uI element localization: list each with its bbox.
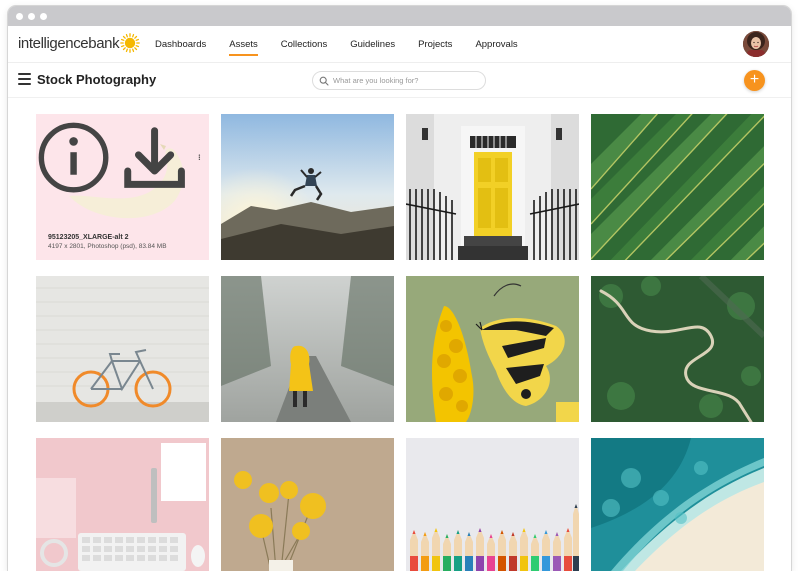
- sun-logo-icon: [120, 33, 141, 53]
- more-icon[interactable]: [198, 154, 201, 161]
- download-icon[interactable]: [117, 120, 192, 195]
- tile-actions: [36, 120, 201, 195]
- search-bar[interactable]: [312, 71, 486, 90]
- add-asset-button[interactable]: +: [744, 70, 765, 91]
- desk-keyboard-image: [36, 438, 209, 571]
- logo-text: intelligencebank: [18, 34, 120, 52]
- avatar-image: [743, 31, 769, 57]
- asset-tile-jumping-man[interactable]: [221, 114, 394, 260]
- nav-item-guidelines[interactable]: Guidelines: [350, 26, 395, 63]
- jumping-man-image: [221, 114, 394, 260]
- page-title: Stock Photography: [37, 72, 157, 87]
- window-dot[interactable]: [16, 12, 23, 20]
- palm-leaf-image: [591, 114, 764, 260]
- yellow-door-image: [406, 114, 579, 260]
- nav-item-projects[interactable]: Projects: [418, 26, 452, 63]
- winding-road-image: [591, 276, 764, 422]
- browser-window: intelligencebank Dashboards Assets Colle…: [8, 6, 791, 571]
- asset-tile-beach-aerial[interactable]: [591, 438, 764, 571]
- asset-tile-yellow-flowers[interactable]: [221, 438, 394, 571]
- asset-tile-butterfly[interactable]: [406, 276, 579, 422]
- asset-tile-desk-keyboard[interactable]: [36, 438, 209, 571]
- window-chrome: [8, 6, 791, 26]
- nav-item-dashboards[interactable]: Dashboards: [155, 26, 206, 63]
- bicycle-image: [36, 276, 209, 422]
- main-nav: Dashboards Assets Collections Guidelines…: [155, 26, 541, 63]
- yellow-flowers-image: [221, 438, 394, 571]
- search-input[interactable]: [333, 76, 483, 85]
- colored-pencils-image: [406, 438, 579, 571]
- brand-logo[interactable]: intelligencebank: [18, 33, 141, 53]
- top-navigation: intelligencebank Dashboards Assets Colle…: [8, 26, 791, 63]
- asset-tile-winding-road[interactable]: [591, 276, 764, 422]
- page-toolbar: Stock Photography +: [8, 63, 791, 98]
- beach-aerial-image: [591, 438, 764, 571]
- asset-tile-palm-leaf[interactable]: [591, 114, 764, 260]
- tile-info: 95123205_XLARGE-alt 2 4197 x 2801, Photo…: [48, 234, 167, 250]
- hamburger-icon[interactable]: [18, 73, 31, 85]
- search-icon: [319, 76, 329, 86]
- info-icon[interactable]: [36, 120, 111, 195]
- butterfly-image: [406, 276, 579, 422]
- yellow-raincoat-image: [221, 276, 394, 422]
- asset-tile-bicycle[interactable]: [36, 276, 209, 422]
- window-dot[interactable]: [28, 12, 35, 20]
- asset-name: 95123205_XLARGE-alt 2: [48, 234, 129, 241]
- user-avatar[interactable]: [743, 31, 769, 57]
- nav-item-assets[interactable]: Assets: [229, 26, 258, 63]
- nav-item-collections[interactable]: Collections: [281, 26, 327, 63]
- asset-tile-colored-pencils[interactable]: [406, 438, 579, 571]
- asset-meta: 4197 x 2801, Photoshop (psd), 83.84 MB: [48, 243, 167, 250]
- asset-tile-yellow-raincoat[interactable]: [221, 276, 394, 422]
- asset-tile-yellow-door[interactable]: [406, 114, 579, 260]
- nav-item-approvals[interactable]: Approvals: [475, 26, 517, 63]
- window-dot[interactable]: [40, 12, 47, 20]
- asset-tile-banana[interactable]: 95123205_XLARGE-alt 2 4197 x 2801, Photo…: [36, 114, 209, 260]
